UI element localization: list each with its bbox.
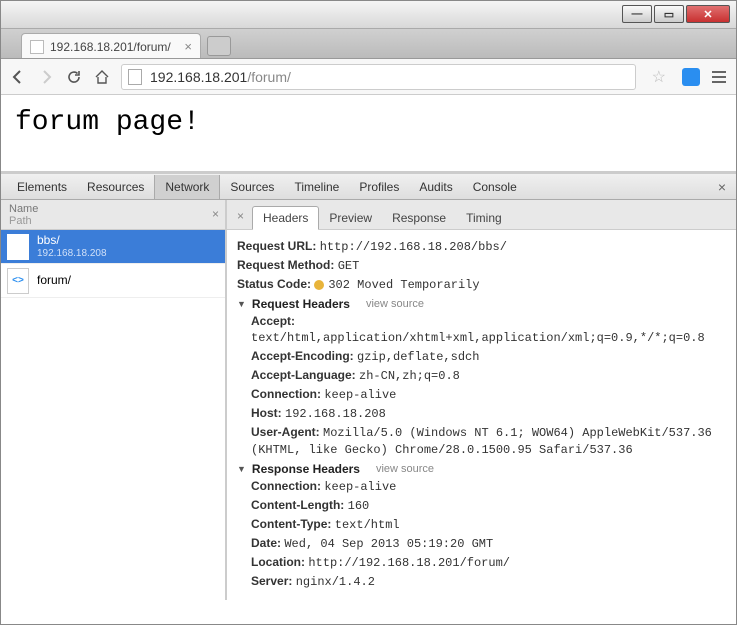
col-name-label: Name bbox=[9, 203, 217, 215]
request-headers-section[interactable]: Request Headersview source bbox=[237, 297, 726, 311]
devtools-tab-resources[interactable]: Resources bbox=[77, 175, 154, 199]
devtools-tab-timeline[interactable]: Timeline bbox=[284, 175, 349, 199]
header-value: http://192.168.18.201/forum/ bbox=[308, 556, 510, 570]
col-path-label: Path bbox=[9, 215, 217, 227]
header-key: Status Code: bbox=[237, 277, 311, 291]
header-key: Accept: bbox=[251, 314, 295, 328]
details-tab-timing[interactable]: Timing bbox=[456, 207, 512, 229]
header-value: text/html,application/xhtml+xml,applicat… bbox=[251, 331, 705, 345]
header-value: 192.168.18.208 bbox=[285, 407, 386, 421]
document-icon bbox=[7, 234, 29, 260]
header-key: Accept-Language: bbox=[251, 368, 356, 382]
header-key: Server: bbox=[251, 574, 292, 588]
details-tab-preview[interactable]: Preview bbox=[319, 207, 382, 229]
details-tab-headers[interactable]: Headers bbox=[252, 206, 319, 230]
devtools-tab-console[interactable]: Console bbox=[463, 175, 527, 199]
header-key: Location: bbox=[251, 555, 305, 569]
devtools-tab-audits[interactable]: Audits bbox=[409, 175, 462, 199]
page-icon bbox=[128, 69, 142, 85]
menu-button[interactable] bbox=[710, 71, 728, 83]
home-button[interactable] bbox=[93, 68, 111, 86]
header-key: Content-Type: bbox=[251, 517, 331, 531]
page-content: forum page! bbox=[1, 95, 736, 171]
back-button[interactable] bbox=[9, 68, 27, 86]
tab-title: 192.168.18.201/forum/ bbox=[50, 40, 171, 54]
extension-icon[interactable] bbox=[682, 68, 700, 86]
header-key: Accept-Encoding: bbox=[251, 349, 354, 363]
window-maximize-button[interactable]: ▭ bbox=[654, 5, 684, 23]
window-titlebar: — ▭ ✕ bbox=[1, 1, 736, 29]
browser-tab[interactable]: 192.168.18.201/forum/ × bbox=[21, 33, 201, 58]
window-close-button[interactable]: ✕ bbox=[686, 5, 730, 23]
reload-button[interactable] bbox=[65, 68, 83, 86]
header-value: http://192.168.18.208/bbs/ bbox=[320, 240, 507, 254]
header-value: zh-CN,zh;q=0.8 bbox=[359, 369, 460, 383]
header-key: Content-Length: bbox=[251, 498, 344, 512]
tab-close-icon[interactable]: × bbox=[176, 39, 192, 54]
status-dot-icon bbox=[314, 280, 324, 290]
bookmark-star-icon[interactable]: ☆ bbox=[652, 67, 666, 87]
header-value: nginx/1.4.2 bbox=[296, 575, 375, 589]
url-text: 192.168.18.201/forum/ bbox=[150, 69, 291, 85]
clear-icon[interactable]: × bbox=[212, 207, 219, 221]
header-value: keep-alive bbox=[324, 388, 396, 402]
view-source-link[interactable]: view source bbox=[376, 463, 434, 475]
details-tabstrip: × HeadersPreviewResponseTiming bbox=[227, 200, 736, 230]
devtools-panel: ElementsResourcesNetworkSourcesTimelineP… bbox=[1, 171, 736, 600]
network-request-list: Name Path × bbs/192.168.18.208 <> forum/ bbox=[1, 200, 227, 600]
request-name: forum/ bbox=[37, 274, 71, 287]
devtools-close-icon[interactable]: × bbox=[708, 179, 736, 195]
devtools-tab-profiles[interactable]: Profiles bbox=[349, 175, 409, 199]
favicon-icon bbox=[30, 40, 44, 54]
window-minimize-button[interactable]: — bbox=[622, 5, 652, 23]
header-key: Request URL: bbox=[237, 239, 316, 253]
header-key: User-Agent: bbox=[251, 425, 320, 439]
browser-toolbar: 192.168.18.201/forum/ ☆ bbox=[1, 59, 736, 95]
header-key: Date: bbox=[251, 536, 281, 550]
request-row[interactable]: <> forum/ bbox=[1, 264, 225, 298]
devtools-tab-network[interactable]: Network bbox=[154, 175, 220, 199]
forward-button[interactable] bbox=[37, 68, 55, 86]
details-close-icon[interactable]: × bbox=[233, 209, 252, 229]
header-value: GET bbox=[338, 259, 360, 273]
request-path: 192.168.18.208 bbox=[37, 247, 107, 260]
header-value: keep-alive bbox=[324, 480, 396, 494]
request-list-header: Name Path × bbox=[1, 200, 225, 230]
headers-panel: Request URL: http://192.168.18.208/bbs/R… bbox=[227, 230, 736, 600]
header-key: Host: bbox=[251, 406, 282, 420]
devtools-tabstrip: ElementsResourcesNetworkSourcesTimelineP… bbox=[1, 174, 736, 200]
header-value: text/html bbox=[335, 518, 400, 532]
header-value: gzip,deflate,sdch bbox=[357, 350, 479, 364]
header-key: Connection: bbox=[251, 387, 321, 401]
header-value: 302 Moved Temporarily bbox=[328, 278, 479, 292]
devtools-tab-sources[interactable]: Sources bbox=[220, 175, 284, 199]
response-headers-section[interactable]: Response Headersview source bbox=[237, 462, 726, 476]
network-details-panel: × HeadersPreviewResponseTiming Request U… bbox=[227, 200, 736, 600]
header-key: Request Method: bbox=[237, 258, 334, 272]
address-bar[interactable]: 192.168.18.201/forum/ bbox=[121, 64, 636, 90]
details-tab-response[interactable]: Response bbox=[382, 207, 456, 229]
header-value: Wed, 04 Sep 2013 05:19:20 GMT bbox=[284, 537, 493, 551]
header-key: Connection: bbox=[251, 479, 321, 493]
html-file-icon: <> bbox=[7, 268, 29, 294]
header-value: Mozilla/5.0 (Windows NT 6.1; WOW64) Appl… bbox=[251, 426, 712, 457]
new-tab-button[interactable] bbox=[207, 36, 231, 56]
header-value: 160 bbox=[348, 499, 370, 513]
view-source-link[interactable]: view source bbox=[366, 298, 424, 310]
page-heading: forum page! bbox=[15, 107, 722, 138]
request-name: bbs/ bbox=[37, 234, 107, 247]
devtools-tab-elements[interactable]: Elements bbox=[7, 175, 77, 199]
request-row[interactable]: bbs/192.168.18.208 bbox=[1, 230, 225, 264]
browser-tab-strip: 192.168.18.201/forum/ × bbox=[1, 29, 736, 59]
